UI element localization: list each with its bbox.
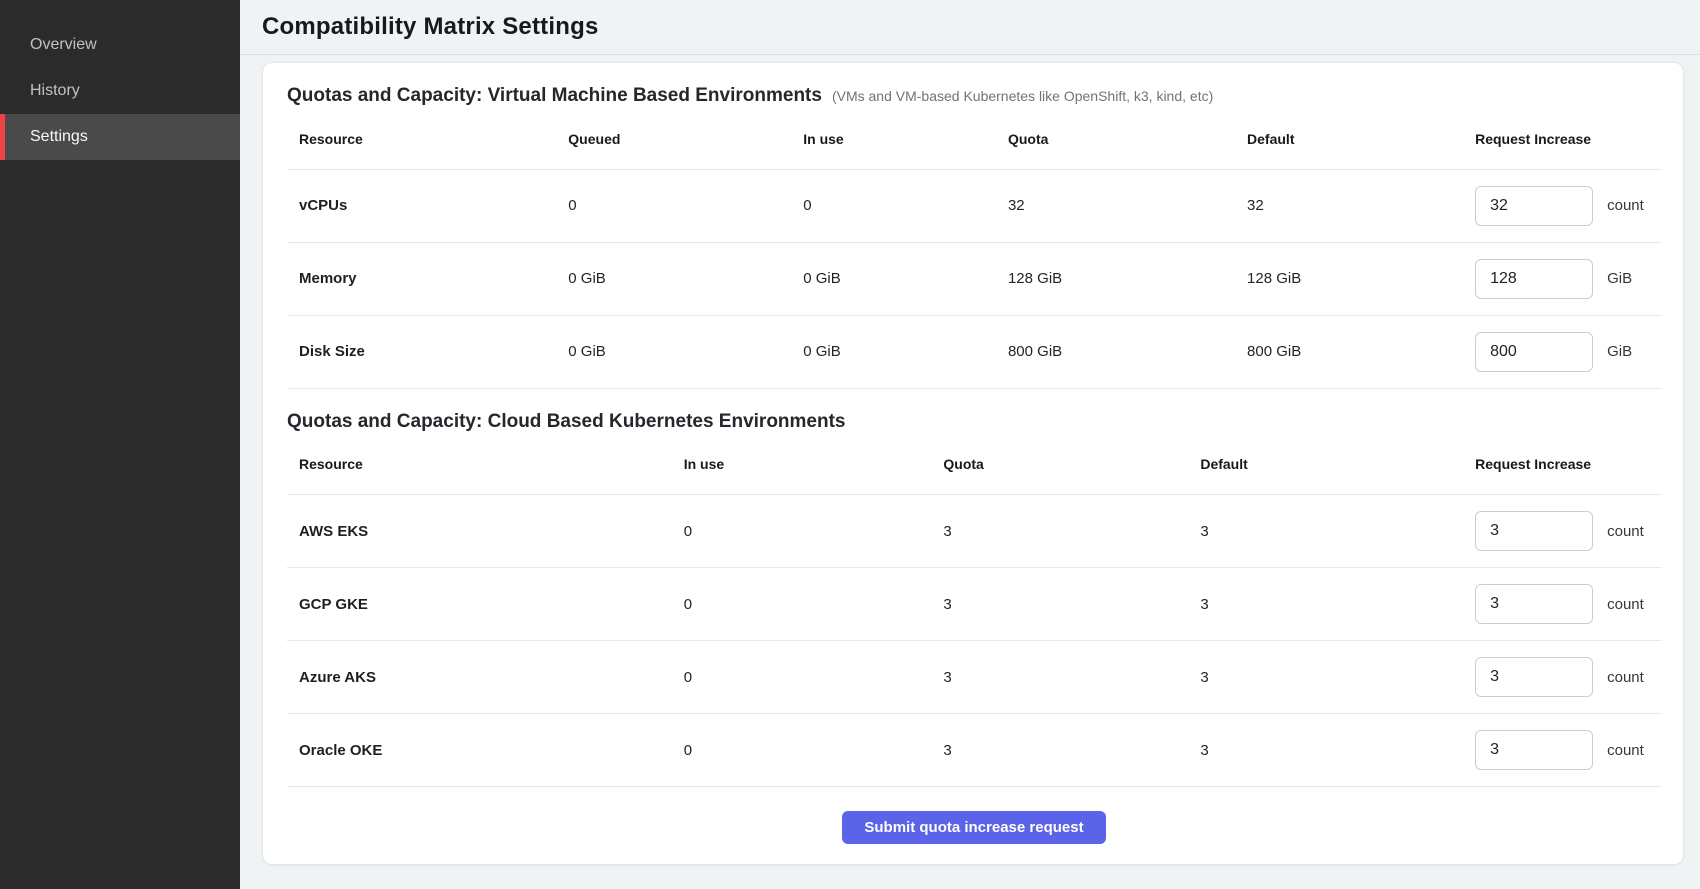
unit-label: count <box>1607 669 1644 686</box>
column-header-quota: Quota <box>996 109 1235 169</box>
page-title: Compatibility Matrix Settings <box>262 13 599 41</box>
unit-label: GiB <box>1607 343 1632 360</box>
submit-quota-increase-button[interactable]: Submit quota increase request <box>842 811 1105 844</box>
resource-name: GCP GKE <box>287 568 672 641</box>
queued-value: 0 <box>556 169 791 242</box>
column-header-queued: Queued <box>556 109 791 169</box>
in-use-value: 0 <box>672 714 932 787</box>
column-header-request-increase: Request Increase <box>1463 435 1661 495</box>
request-increase-input-memory[interactable] <box>1475 259 1593 299</box>
queued-value: 0 GiB <box>556 242 791 315</box>
quota-value: 128 GiB <box>996 242 1235 315</box>
section-title-vm: Quotas and Capacity: Virtual Machine Bas… <box>287 83 822 109</box>
column-header-in-use: In use <box>791 109 996 169</box>
content-area: Quotas and Capacity: Virtual Machine Bas… <box>240 55 1700 865</box>
table-row-disk-size: Disk Size 0 GiB 0 GiB 800 GiB 800 GiB Gi… <box>287 315 1661 388</box>
section-title-cloud: Quotas and Capacity: Cloud Based Kuberne… <box>287 409 846 435</box>
quota-value: 3 <box>931 641 1188 714</box>
sidebar-item-settings[interactable]: Settings <box>0 114 240 160</box>
table-header-row: Resource Queued In use Quota Default Req… <box>287 109 1661 169</box>
default-value: 800 GiB <box>1235 315 1463 388</box>
table-row-memory: Memory 0 GiB 0 GiB 128 GiB 128 GiB GiB <box>287 242 1661 315</box>
table-row-oracle-oke: Oracle OKE 0 3 3 count <box>287 714 1661 787</box>
resource-name: vCPUs <box>287 169 556 242</box>
resource-name: AWS EKS <box>287 495 672 568</box>
request-increase-input-azure-aks[interactable] <box>1475 657 1593 697</box>
unit-label: count <box>1607 596 1644 613</box>
quotas-card: Quotas and Capacity: Virtual Machine Bas… <box>262 62 1684 865</box>
cloud-quota-table: Resource In use Quota Default Request In… <box>287 435 1661 788</box>
table-row-aws-eks: AWS EKS 0 3 3 count <box>287 495 1661 568</box>
sidebar: Overview History Settings <box>0 0 240 889</box>
unit-label: count <box>1607 197 1644 214</box>
quota-value: 32 <box>996 169 1235 242</box>
resource-name: Oracle OKE <box>287 714 672 787</box>
column-header-request-increase: Request Increase <box>1463 109 1661 169</box>
sidebar-item-label: Settings <box>30 128 88 146</box>
table-row-gcp-gke: GCP GKE 0 3 3 count <box>287 568 1661 641</box>
in-use-value: 0 <box>672 495 932 568</box>
resource-name: Memory <box>287 242 556 315</box>
sidebar-item-label: History <box>30 82 80 100</box>
submit-row: Submit quota increase request <box>287 787 1661 864</box>
default-value: 3 <box>1188 714 1463 787</box>
vm-section-heading: Quotas and Capacity: Virtual Machine Bas… <box>287 83 1661 109</box>
column-header-in-use: In use <box>672 435 932 495</box>
table-header-row: Resource In use Quota Default Request In… <box>287 435 1661 495</box>
table-row-vcpus: vCPUs 0 0 32 32 count <box>287 169 1661 242</box>
column-header-default: Default <box>1235 109 1463 169</box>
in-use-value: 0 GiB <box>791 315 996 388</box>
section-subtitle-vm: (VMs and VM-based Kubernetes like OpenSh… <box>832 88 1213 104</box>
in-use-value: 0 <box>672 568 932 641</box>
unit-label: count <box>1607 742 1644 759</box>
request-increase-input-disk-size[interactable] <box>1475 332 1593 372</box>
default-value: 128 GiB <box>1235 242 1463 315</box>
quota-value: 3 <box>931 568 1188 641</box>
column-header-default: Default <box>1188 435 1463 495</box>
unit-label: count <box>1607 523 1644 540</box>
main-content: Compatibility Matrix Settings Quotas and… <box>240 0 1700 889</box>
quota-value: 3 <box>931 495 1188 568</box>
sidebar-item-history[interactable]: History <box>0 68 240 114</box>
column-header-resource: Resource <box>287 435 672 495</box>
column-header-quota: Quota <box>931 435 1188 495</box>
cloud-section-heading: Quotas and Capacity: Cloud Based Kuberne… <box>287 409 1661 435</box>
default-value: 3 <box>1188 568 1463 641</box>
quota-value: 3 <box>931 714 1188 787</box>
resource-name: Azure AKS <box>287 641 672 714</box>
request-increase-input-oracle-oke[interactable] <box>1475 730 1593 770</box>
sidebar-item-label: Overview <box>30 36 97 54</box>
table-row-azure-aks: Azure AKS 0 3 3 count <box>287 641 1661 714</box>
default-value: 3 <box>1188 641 1463 714</box>
vm-quota-table: Resource Queued In use Quota Default Req… <box>287 109 1661 389</box>
default-value: 32 <box>1235 169 1463 242</box>
quota-value: 800 GiB <box>996 315 1235 388</box>
queued-value: 0 GiB <box>556 315 791 388</box>
request-increase-input-vcpus[interactable] <box>1475 186 1593 226</box>
in-use-value: 0 GiB <box>791 242 996 315</box>
sidebar-item-overview[interactable]: Overview <box>0 22 240 68</box>
column-header-resource: Resource <box>287 109 556 169</box>
default-value: 3 <box>1188 495 1463 568</box>
active-indicator <box>0 114 5 160</box>
request-increase-input-aws-eks[interactable] <box>1475 511 1593 551</box>
in-use-value: 0 <box>672 641 932 714</box>
request-increase-input-gcp-gke[interactable] <box>1475 584 1593 624</box>
unit-label: GiB <box>1607 270 1632 287</box>
page-header: Compatibility Matrix Settings <box>240 0 1700 55</box>
in-use-value: 0 <box>791 169 996 242</box>
resource-name: Disk Size <box>287 315 556 388</box>
